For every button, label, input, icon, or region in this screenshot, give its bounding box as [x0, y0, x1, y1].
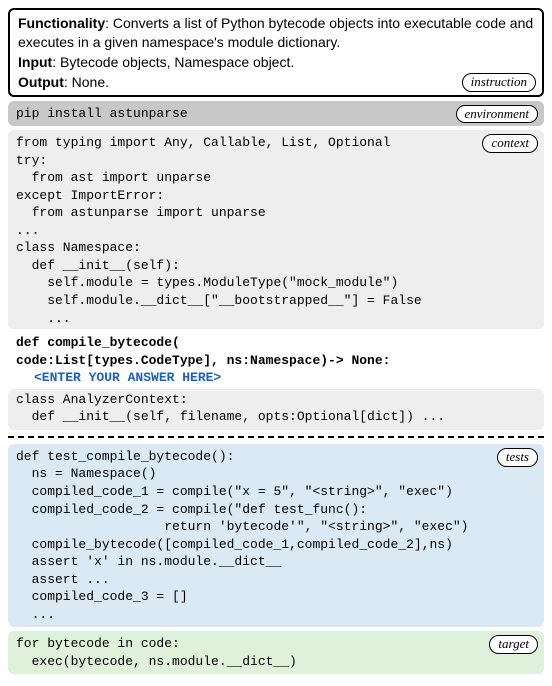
instruction-tag: instruction — [462, 73, 536, 92]
test-line: assert ... — [16, 571, 536, 589]
instruction-box: Functionality: Converts a list of Python… — [8, 8, 544, 97]
ctx-line: from typing import Any, Callable, List, … — [16, 134, 536, 152]
output-label: Output — [18, 74, 64, 90]
ctx-line: from astunparse import unparse — [16, 204, 536, 222]
test-line: compiled_code_1 = compile("x = 5", "<str… — [16, 483, 536, 501]
tests-tag: tests — [497, 448, 538, 467]
context-after-panel: class AnalyzerContext: def __init__(self… — [8, 389, 544, 430]
section-divider — [8, 436, 544, 438]
input-text: : Bytecode objects, Namespace object. — [52, 54, 294, 70]
functionality-label: Functionality — [18, 15, 105, 31]
test-line: ns = Namespace() — [16, 465, 536, 483]
input-label: Input — [18, 54, 52, 70]
context-tag: context — [482, 134, 538, 153]
instruction-functionality: Functionality: Converts a list of Python… — [18, 14, 534, 52]
signature-block: def compile_bytecode( code:List[types.Co… — [8, 331, 544, 389]
ctx-line: from ast import unparse — [16, 169, 536, 187]
ctx-after-line: class AnalyzerContext: — [16, 391, 536, 409]
ctx-line: ... — [16, 310, 536, 328]
target-panel: target for bytecode in code: exec(byteco… — [8, 631, 544, 674]
environment-tag: environment — [456, 105, 539, 124]
ctx-line: self.module.__dict__["__bootstrapped__"]… — [16, 292, 536, 310]
ctx-line: try: — [16, 152, 536, 170]
test-line: assert 'x' in ns.module.__dict__ — [16, 553, 536, 571]
instruction-input: Input: Bytecode objects, Namespace objec… — [18, 53, 534, 72]
sig-line-2: code:List[types.CodeType], ns:Namespace)… — [16, 352, 536, 370]
test-line: def test_compile_bytecode(): — [16, 448, 536, 466]
tests-panel: tests def test_compile_bytecode(): ns = … — [8, 444, 544, 627]
output-text: : None. — [64, 74, 109, 90]
instruction-output: Output: None. — [18, 73, 534, 92]
sig-line-1: def compile_bytecode( — [16, 334, 536, 352]
ctx-line: class Namespace: — [16, 239, 536, 257]
answer-placeholder: <ENTER YOUR ANSWER HERE> — [16, 369, 536, 387]
environment-panel: pip install astunparse environment — [8, 101, 544, 127]
test-line: return 'bytecode'", "<string>", "exec") — [16, 518, 536, 536]
target-line: exec(bytecode, ns.module.__dict__) — [16, 653, 536, 671]
test-line: compiled_code_3 = [] — [16, 588, 536, 606]
target-line: for bytecode in code: — [16, 635, 536, 653]
ctx-line: ... — [16, 222, 536, 240]
ctx-line: except ImportError: — [16, 187, 536, 205]
test-line: compiled_code_2 = compile("def test_func… — [16, 501, 536, 519]
test-line: ... — [16, 606, 536, 624]
ctx-line: self.module = types.ModuleType("mock_mod… — [16, 274, 536, 292]
test-line: compile_bytecode([compiled_code_1,compil… — [16, 536, 536, 554]
target-tag: target — [489, 635, 538, 654]
context-panel: context from typing import Any, Callable… — [8, 130, 544, 329]
ctx-after-line: def __init__(self, filename, opts:Option… — [16, 408, 536, 426]
ctx-line: def __init__(self): — [16, 257, 536, 275]
